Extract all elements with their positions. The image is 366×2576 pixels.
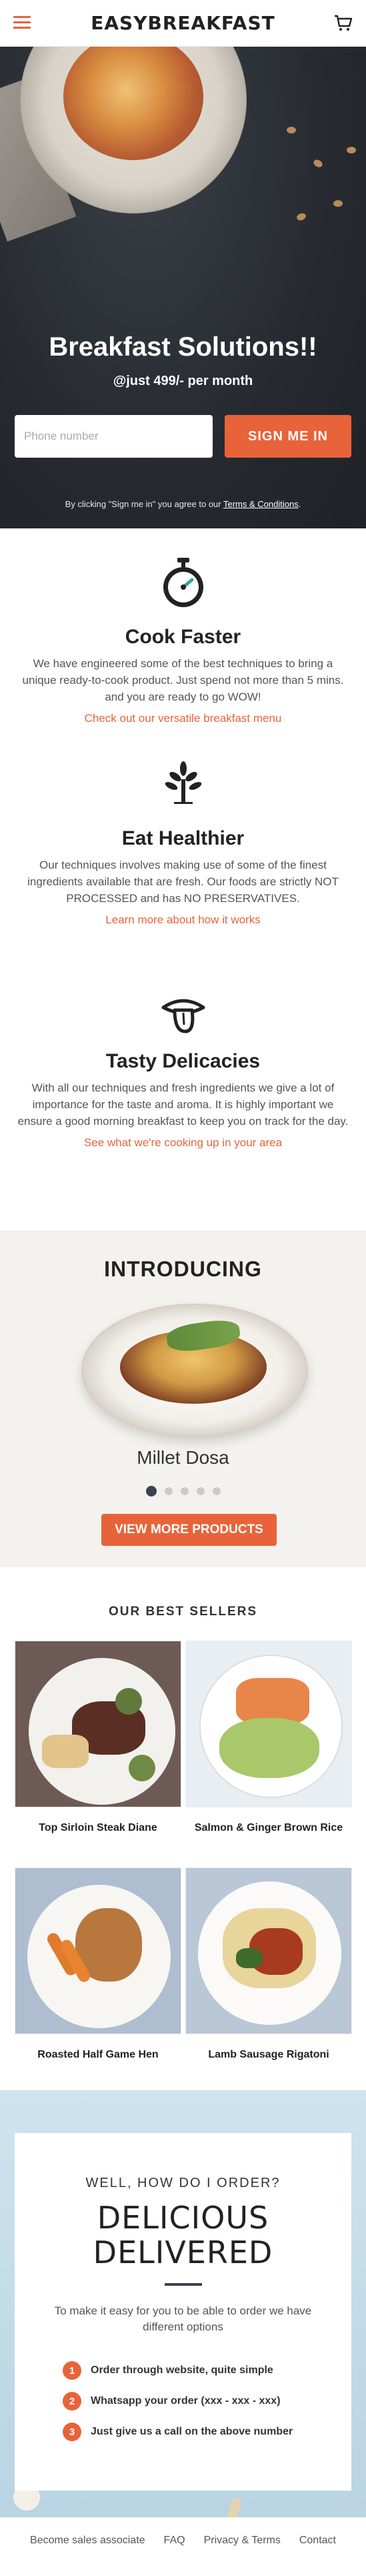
best-sellers-title: OUR BEST SELLERS	[108, 1605, 258, 1619]
hamburger-menu-icon[interactable]	[13, 16, 31, 29]
nut-decoration	[287, 127, 296, 133]
step-text: Just give us a call on the above number	[91, 2426, 293, 2437]
terms-notice: By clicking "Sign me in" you agree to ou…	[0, 499, 366, 509]
footer-link-sales-associate[interactable]: Become sales associate	[30, 2535, 145, 2547]
terms-link[interactable]: Terms & Conditions	[223, 499, 299, 509]
feature-description: We have engineered some of the best tech…	[22, 657, 344, 703]
feature-title: Tasty Delicacies	[105, 1050, 261, 1072]
feature-title: Cook Faster	[125, 626, 241, 648]
footer-link-faq[interactable]: FAQ	[164, 2535, 185, 2547]
order-heading-line1: DELICIOUS	[97, 2200, 269, 2236]
footer-link-contact[interactable]: Contact	[299, 2535, 336, 2547]
divider	[164, 2283, 202, 2286]
carousel-dot[interactable]	[145, 1486, 157, 1496]
step-text: Whatsapp your order (xxx - xxx - xxx)	[91, 2395, 281, 2407]
order-heading: DELICIOUS DELIVERED	[15, 2200, 351, 2270]
carousel-dot[interactable]	[164, 1487, 173, 1495]
plant-icon	[165, 761, 201, 804]
order-heading-line2: DELIVERED	[93, 2234, 273, 2270]
stopwatch-icon	[163, 558, 203, 607]
hero-section: Breakfast Solutions!! @just 499/- per mo…	[0, 47, 366, 528]
how-it-works-link[interactable]: Learn more about how it works	[105, 913, 260, 927]
step-text: Order through website, quite simple	[91, 2365, 273, 2376]
carousel-dots	[0, 1486, 366, 1496]
carousel-dot[interactable]	[196, 1487, 205, 1495]
carousel-dot[interactable]	[180, 1487, 189, 1495]
product-image	[185, 1641, 352, 1807]
introducing-section: INTRODUCING Millet Dosa VIEW MORE PRODUC…	[0, 1230, 366, 1567]
nut-decoration	[333, 200, 343, 207]
product-card[interactable]: Roasted Half Game Hen	[15, 1867, 181, 2061]
phone-number-input[interactable]	[15, 415, 213, 458]
product-card[interactable]: Top Sirloin Steak Diane	[15, 1641, 181, 1834]
feature-title: Eat Healthier	[121, 827, 245, 849]
brand-logo[interactable]: EASYBREAKFAST	[91, 12, 275, 34]
feature-eat-healthier: Eat Healthier Our techniques involves ma…	[0, 755, 366, 995]
step-number-badge: 2	[63, 2392, 81, 2411]
order-description: To make it easy for you to be able to or…	[54, 2304, 312, 2333]
site-header: EASYBREAKFAST	[0, 0, 366, 47]
product-name: Roasted Half Game Hen	[37, 2049, 159, 2060]
product-name: Millet Dosa	[137, 1447, 229, 1468]
local-menu-link[interactable]: See what we're cooking up in your area	[84, 1136, 282, 1150]
footer-link-privacy-terms[interactable]: Privacy & Terms	[204, 2535, 281, 2547]
order-step: 1 Order through website, quite simple	[63, 2355, 351, 2386]
hero-price: @just 499/- per month	[113, 374, 253, 388]
order-card: WELL, HOW DO I ORDER? DELICIOUS DELIVERE…	[15, 2133, 351, 2491]
order-step: 3 Just give us a call on the above numbe…	[63, 2417, 351, 2447]
product-name: Salmon & Ginger Brown Rice	[194, 1822, 343, 1833]
product-image	[15, 1641, 181, 1807]
feature-tasty-delicacies: Tasty Delicacies With all our techniques…	[0, 995, 366, 1230]
carousel-dot[interactable]	[212, 1487, 221, 1495]
feature-cook-faster: Cook Faster We have engineered some of t…	[0, 528, 366, 755]
breakfast-menu-link[interactable]: Check out our versatile breakfast menu	[85, 712, 282, 725]
hero-title: Breakfast Solutions!!	[49, 332, 317, 362]
product-name: Lamb Sausage Rigatoni	[208, 2049, 329, 2060]
order-steps: 1 Order through website, quite simple 2 …	[15, 2355, 351, 2447]
nut-decoration	[347, 147, 356, 153]
product-card[interactable]: Lamb Sausage Rigatoni	[185, 1867, 352, 2061]
best-sellers-section: OUR BEST SELLERS Top Sirloin Steak Diane…	[0, 1567, 366, 2090]
step-number-badge: 1	[63, 2361, 81, 2380]
order-question: WELL, HOW DO I ORDER?	[85, 2176, 281, 2190]
step-number-badge: 3	[63, 2423, 81, 2441]
product-card[interactable]: Salmon & Ginger Brown Rice	[185, 1641, 352, 1834]
product-image	[15, 1867, 181, 2034]
sign-me-in-button[interactable]: SIGN ME IN	[225, 415, 351, 458]
product-name: Top Sirloin Steak Diane	[39, 1822, 157, 1833]
introducing-title: INTRODUCING	[104, 1257, 262, 1281]
order-step: 2 Whatsapp your order (xxx - xxx - xxx)	[63, 2386, 351, 2417]
shopping-cart-icon[interactable]	[334, 15, 353, 32]
tongue-lips-icon	[161, 999, 205, 1033]
how-to-order-section: WELL, HOW DO I ORDER? DELICIOUS DELIVERE…	[0, 2090, 366, 2517]
site-footer: Become sales associate FAQ Privacy & Ter…	[0, 2517, 366, 2564]
terms-prefix: By clicking "Sign me in" you agree to ou…	[65, 499, 223, 509]
feature-description: Our techniques involves making use of so…	[27, 859, 339, 905]
feature-description: With all our techniques and fresh ingred…	[17, 1082, 349, 1128]
utensil-decoration	[220, 2497, 243, 2517]
signup-form: SIGN ME IN	[15, 415, 351, 458]
product-image	[185, 1867, 352, 2034]
view-more-products-button[interactable]: VIEW MORE PRODUCTS	[101, 1514, 277, 1546]
terms-suffix: .	[298, 499, 301, 509]
